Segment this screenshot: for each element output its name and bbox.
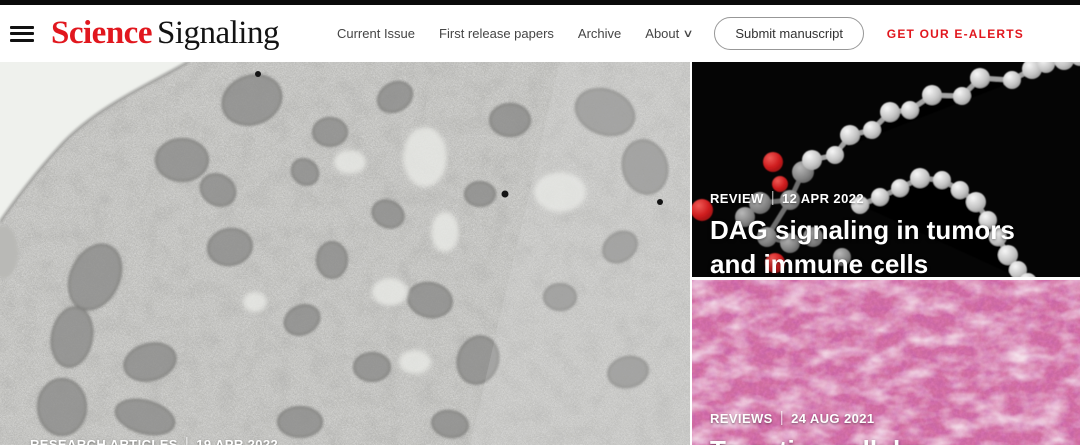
card-overlay: REVIEWS | 24 AUG 2021 Targeting cellular… [710, 410, 1062, 445]
hamburger-menu-icon[interactable] [10, 26, 34, 42]
article-title-link[interactable]: Targeting cellular metabolism in [710, 433, 1062, 445]
nav-first-release-papers[interactable]: First release papers [439, 26, 554, 41]
featured-article-card[interactable]: RESEARCH ARTICLES | 19 APR 2022 [0, 62, 690, 445]
card-kicker: REVIEWS | 24 AUG 2021 [710, 410, 1062, 427]
kicker-label: REVIEWS [710, 411, 773, 426]
kicker-separator: | [771, 189, 775, 206]
submit-manuscript-button[interactable]: Submit manuscript [714, 17, 864, 50]
review-card-dag-signaling[interactable]: REVIEW | 12 APR 2022 DAG signaling in tu… [692, 62, 1080, 277]
journal-logo[interactable]: ScienceSignaling [51, 17, 279, 50]
chevron-down-icon: ∨ [683, 27, 694, 40]
review-card-cellular-metabolism[interactable]: REVIEWS | 24 AUG 2021 Targeting cellular… [692, 280, 1080, 445]
featured-kicker: RESEARCH ARTICLES | 19 APR 2022 [30, 436, 278, 445]
main-nav: Current Issue First release papers Archi… [337, 26, 692, 41]
kicker-label: RESEARCH ARTICLES [30, 437, 178, 445]
get-e-alerts-link[interactable]: GET OUR E-ALERTS [887, 27, 1024, 41]
kicker-separator: | [185, 435, 189, 445]
nav-current-issue[interactable]: Current Issue [337, 26, 415, 41]
article-date: 12 APR 2022 [782, 191, 864, 206]
nav-about-label: About [645, 26, 679, 41]
site-header: ScienceSignaling Current Issue First rel… [0, 5, 1080, 62]
card-kicker: REVIEW | 12 APR 2022 [710, 190, 1062, 207]
hero-section: RESEARCH ARTICLES | 19 APR 2022 [0, 62, 1080, 445]
electron-micrograph-image [0, 62, 690, 445]
logo-signaling: Signaling [157, 15, 279, 51]
kicker-label: REVIEW [710, 191, 764, 206]
kicker-separator: | [780, 409, 784, 426]
card-overlay: REVIEW | 12 APR 2022 DAG signaling in tu… [710, 190, 1062, 277]
nav-archive[interactable]: Archive [578, 26, 621, 41]
article-title-link[interactable]: DAG signaling in tumors and immune cells [710, 213, 1062, 277]
article-date: 19 APR 2022 [196, 437, 278, 445]
nav-about[interactable]: About ∨ [645, 26, 692, 41]
logo-science: Science [51, 15, 152, 51]
article-date: 24 AUG 2021 [791, 411, 874, 426]
